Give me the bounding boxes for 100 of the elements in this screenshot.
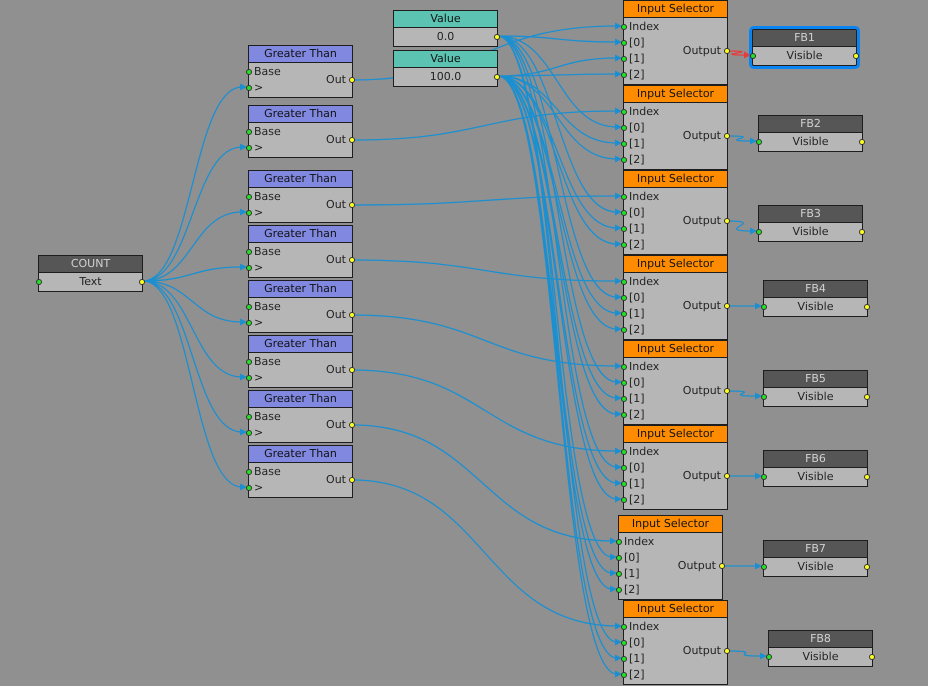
input-port-icon[interactable] [621, 109, 627, 115]
input-port-icon[interactable] [621, 56, 627, 62]
input-port-icon[interactable] [246, 359, 252, 365]
output-port-icon[interactable] [864, 474, 870, 480]
input-port-icon[interactable] [621, 481, 627, 487]
graph-node[interactable]: Input Selector Index [0] [1] [2] Output [623, 600, 728, 685]
graph-node[interactable]: Input Selector Index [0] [1] [2] Output [618, 515, 723, 600]
graph-node[interactable]: Greater Than Base > Out [248, 445, 353, 498]
input-port-icon[interactable] [621, 226, 627, 232]
input-port-icon[interactable] [246, 249, 252, 255]
input-port-icon[interactable] [621, 465, 627, 471]
graph-node[interactable]: Value 0.0 [393, 10, 498, 47]
graph-node[interactable]: Input Selector Index [0] [1] [2] Output [623, 255, 728, 340]
input-port-icon[interactable] [616, 555, 622, 561]
input-port-icon[interactable] [621, 672, 627, 678]
input-port-icon[interactable] [621, 295, 627, 301]
output-port-icon[interactable] [724, 388, 730, 394]
input-port-icon[interactable] [246, 375, 252, 381]
graph-node[interactable]: Input Selector Index [0] [1] [2] Output [623, 85, 728, 170]
input-port-icon[interactable] [246, 210, 252, 216]
output-port-icon[interactable] [349, 422, 355, 428]
graph-node[interactable]: FB7 Visible [763, 540, 868, 577]
input-port-icon[interactable] [621, 40, 627, 46]
output-port-icon[interactable] [349, 312, 355, 318]
input-port-icon[interactable] [621, 311, 627, 317]
output-port-icon[interactable] [864, 564, 870, 570]
graph-node[interactable]: Greater Than Base > Out [248, 225, 353, 278]
graph-node[interactable]: FB3 Visible [758, 205, 863, 242]
output-port-icon[interactable] [719, 563, 725, 569]
graph-node[interactable]: Value 100.0 [393, 50, 498, 87]
input-port-icon[interactable] [246, 469, 252, 475]
input-port-icon[interactable] [246, 414, 252, 420]
input-port-icon[interactable] [621, 141, 627, 147]
input-port-icon[interactable] [761, 564, 767, 570]
graph-node[interactable]: FB8 Visible [768, 630, 873, 667]
input-port-icon[interactable] [616, 539, 622, 545]
input-port-icon[interactable] [621, 125, 627, 131]
output-port-icon[interactable] [349, 77, 355, 83]
output-port-icon[interactable] [869, 654, 875, 660]
input-port-icon[interactable] [621, 72, 627, 78]
input-port-icon[interactable] [246, 304, 252, 310]
input-port-icon[interactable] [246, 194, 252, 200]
input-port-icon[interactable] [621, 194, 627, 200]
output-port-icon[interactable] [349, 202, 355, 208]
input-port-icon[interactable] [621, 24, 627, 30]
graph-node[interactable]: Input Selector Index [0] [1] [2] Output [623, 340, 728, 425]
input-port-icon[interactable] [616, 571, 622, 577]
input-port-icon[interactable] [621, 624, 627, 630]
graph-node[interactable]: Input Selector Index [0] [1] [2] Output [623, 0, 728, 85]
graph-node[interactable]: Greater Than Base > Out [248, 45, 353, 98]
input-port-icon[interactable] [246, 485, 252, 491]
input-port-icon[interactable] [616, 587, 622, 593]
output-port-icon[interactable] [864, 394, 870, 400]
input-port-icon[interactable] [246, 129, 252, 135]
graph-node[interactable]: FB2 Visible [758, 115, 863, 152]
input-port-icon[interactable] [246, 320, 252, 326]
input-port-icon[interactable] [621, 380, 627, 386]
output-port-icon[interactable] [724, 473, 730, 479]
graph-node[interactable]: FB4 Visible [763, 280, 868, 317]
output-port-icon[interactable] [859, 139, 865, 145]
input-port-icon[interactable] [246, 145, 252, 151]
input-port-icon[interactable] [756, 229, 762, 235]
output-port-icon[interactable] [139, 279, 145, 285]
graph-node[interactable]: FB5 Visible [763, 370, 868, 407]
graph-node[interactable]: Input Selector Index [0] [1] [2] Output [623, 425, 728, 510]
input-port-icon[interactable] [621, 157, 627, 163]
output-port-icon[interactable] [349, 257, 355, 263]
graph-node[interactable]: FB1 Visible [752, 29, 857, 66]
input-port-icon[interactable] [621, 279, 627, 285]
graph-node[interactable]: Greater Than Base > Out [248, 390, 353, 443]
input-port-icon[interactable] [621, 656, 627, 662]
input-port-icon[interactable] [36, 279, 42, 285]
input-port-icon[interactable] [621, 242, 627, 248]
graph-node[interactable]: FB6 Visible [763, 450, 868, 487]
input-port-icon[interactable] [246, 265, 252, 271]
input-port-icon[interactable] [621, 412, 627, 418]
output-port-icon[interactable] [724, 218, 730, 224]
input-port-icon[interactable] [761, 394, 767, 400]
output-port-icon[interactable] [724, 48, 730, 54]
output-port-icon[interactable] [864, 304, 870, 310]
input-port-icon[interactable] [621, 640, 627, 646]
output-port-icon[interactable] [724, 133, 730, 139]
input-port-icon[interactable] [246, 430, 252, 436]
output-port-icon[interactable] [494, 74, 500, 80]
input-port-icon[interactable] [621, 364, 627, 370]
output-port-icon[interactable] [349, 137, 355, 143]
output-port-icon[interactable] [724, 303, 730, 309]
input-port-icon[interactable] [621, 497, 627, 503]
input-port-icon[interactable] [621, 210, 627, 216]
output-port-icon[interactable] [349, 367, 355, 373]
graph-node[interactable]: Greater Than Base > Out [248, 280, 353, 333]
graph-node[interactable]: COUNT Text [38, 255, 143, 292]
input-port-icon[interactable] [761, 474, 767, 480]
input-port-icon[interactable] [621, 449, 627, 455]
input-port-icon[interactable] [621, 327, 627, 333]
input-port-icon[interactable] [761, 304, 767, 310]
input-port-icon[interactable] [246, 85, 252, 91]
input-port-icon[interactable] [621, 396, 627, 402]
graph-node[interactable]: Greater Than Base > Out [248, 170, 353, 223]
graph-node[interactable]: Greater Than Base > Out [248, 335, 353, 388]
